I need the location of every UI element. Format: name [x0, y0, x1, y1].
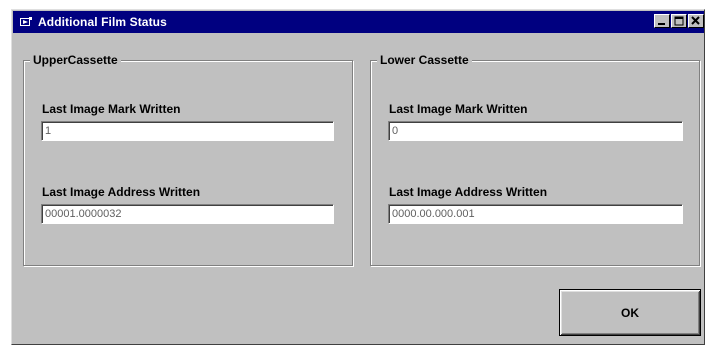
upper-address-label: Last Image Address Written: [42, 185, 201, 199]
lower-cassette-label: Lower Cassette: [377, 53, 472, 67]
upper-mark-field[interactable]: 1: [41, 121, 334, 141]
film-app-icon[interactable]: [19, 15, 33, 29]
lower-cassette-group: Lower Cassette Last Image Mark Written 0…: [370, 53, 700, 266]
lower-address-field[interactable]: 0000.00.000.001: [388, 204, 683, 224]
maximize-icon[interactable]: [671, 14, 687, 28]
lower-address-label: Last Image Address Written: [389, 185, 548, 199]
ok-button[interactable]: OK: [559, 289, 701, 336]
upper-cassette-label: UpperCassette: [30, 53, 121, 67]
dialog-window: Additional Film Status UpperCassette Las…: [11, 9, 705, 345]
lower-mark-label: Last Image Mark Written: [389, 102, 528, 116]
title-bar[interactable]: Additional Film Status: [13, 11, 704, 33]
upper-cassette-group: UpperCassette Last Image Mark Written 1 …: [23, 53, 353, 266]
window-controls: [653, 14, 704, 28]
upper-mark-label: Last Image Mark Written: [42, 102, 181, 116]
window-title: Additional Film Status: [38, 15, 167, 29]
lower-mark-field[interactable]: 0: [388, 121, 683, 141]
upper-address-field[interactable]: 00001.0000032: [41, 204, 334, 224]
minimize-icon[interactable]: [654, 14, 670, 28]
close-icon[interactable]: [688, 14, 704, 28]
